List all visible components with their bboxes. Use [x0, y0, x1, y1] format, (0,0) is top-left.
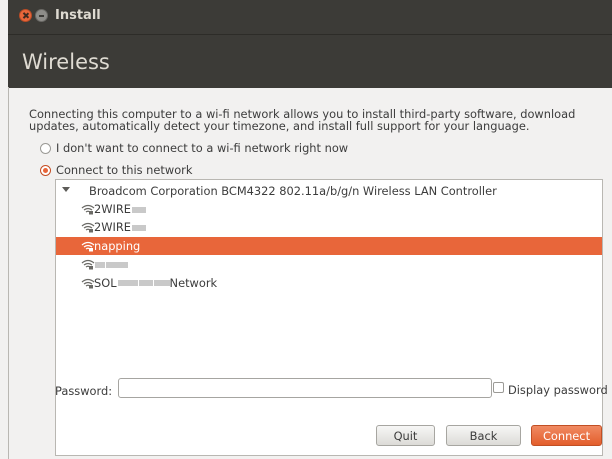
redacted-text — [95, 261, 105, 268]
network-row[interactable]: 2WIRE — [56, 218, 602, 236]
redacted-text — [138, 280, 153, 287]
redacted-text — [106, 261, 128, 268]
network-list[interactable]: Broadcom Corporation BCM4322 802.11a/b/g… — [55, 179, 603, 456]
title-bar: Install — [8, 0, 612, 34]
network-row[interactable]: napping — [56, 236, 602, 255]
installer-window: Install Wireless Connecting this compute… — [8, 0, 612, 459]
network-name-prefix: napping — [94, 238, 141, 253]
wifi-secure-icon — [81, 240, 95, 252]
option-connect-label: Connect to this network — [56, 163, 193, 177]
wifi-secure-icon — [81, 277, 95, 289]
expander-arrow-icon[interactable] — [62, 187, 70, 192]
network-name: SOL Network — [94, 276, 217, 290]
redacted-text — [131, 206, 146, 213]
wifi-secure-icon — [81, 221, 95, 233]
window-title: Install — [55, 8, 101, 23]
adapter-label: Broadcom Corporation BCM4322 802.11a/b/g… — [89, 184, 497, 198]
network-name: napping — [94, 239, 140, 253]
redacted-text — [117, 280, 138, 287]
radio-no-wifi[interactable] — [40, 142, 51, 154]
page-title: Wireless — [22, 50, 110, 74]
network-name-suffix: Network — [169, 275, 218, 290]
network-name: 2WIRE — [94, 220, 146, 234]
option-no-wifi[interactable]: I don't want to connect to a wi-fi netwo… — [40, 141, 348, 155]
network-name-prefix: SOL — [94, 275, 117, 290]
description-text: Connecting this computer to a wi-fi netw… — [29, 107, 576, 133]
page-header: Wireless — [8, 34, 612, 88]
minimize-icon[interactable] — [35, 9, 48, 22]
network-row[interactable]: SOL Network — [56, 274, 602, 292]
option-no-wifi-label: I don't want to connect to a wi-fi netwo… — [56, 141, 349, 155]
close-icon[interactable] — [19, 9, 32, 22]
connect-button[interactable]: Connect — [531, 425, 602, 446]
network-name-prefix: 2WIRE — [94, 220, 131, 235]
back-button[interactable]: Back — [446, 425, 521, 446]
network-name-prefix: 2WIRE — [94, 202, 131, 216]
display-password-checkbox[interactable] — [493, 382, 504, 393]
network-row[interactable]: 2WIRE — [56, 200, 602, 218]
password-label: Password: — [55, 384, 113, 398]
option-connect[interactable]: Connect to this network — [40, 163, 192, 177]
network-row[interactable] — [56, 255, 602, 273]
adapter-row[interactable]: Broadcom Corporation BCM4322 802.11a/b/g… — [56, 182, 602, 200]
redacted-text — [153, 280, 170, 287]
wifi-secure-icon — [81, 203, 95, 215]
radio-connect[interactable] — [40, 164, 51, 176]
content-area: Connecting this computer to a wi-fi netw… — [8, 87, 612, 459]
network-name — [94, 257, 128, 271]
password-input[interactable] — [118, 378, 492, 398]
redacted-text — [131, 224, 146, 231]
wifi-secure-icon — [81, 258, 95, 270]
display-password-label: Display password — [508, 383, 608, 397]
quit-button[interactable]: Quit — [376, 425, 435, 446]
network-name: 2WIRE — [94, 202, 146, 216]
